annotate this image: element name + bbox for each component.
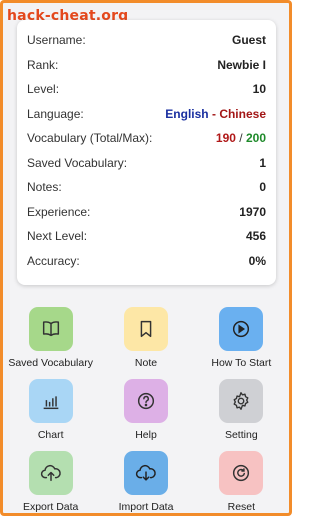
menu-grid: Saved Vocabulary Note How To Start Chart… <box>3 307 289 513</box>
vocab-current: 190 <box>215 131 236 146</box>
stat-row-next-level: Next Level: 456 <box>27 224 266 249</box>
stat-label: Vocabulary (Total/Max): <box>27 131 153 146</box>
stat-label: Language: <box>27 106 84 121</box>
menu-label: Chart <box>37 429 64 441</box>
chart-button[interactable]: Chart <box>3 379 98 447</box>
stat-value-notes: 0 <box>259 180 266 195</box>
menu-label: Setting <box>224 429 258 441</box>
stat-row-level: Level: 10 <box>27 77 266 102</box>
vocab-separator: / <box>235 131 246 146</box>
saved-vocabulary-tile[interactable] <box>28 307 73 351</box>
export-data-tile[interactable] <box>28 451 73 495</box>
menu-label: Export Data <box>22 501 79 513</box>
stat-value-next-level: 456 <box>245 229 266 244</box>
stat-label: Level: <box>27 82 60 97</box>
setting-button[interactable]: Setting <box>194 379 289 447</box>
language-target: Chinese <box>219 106 266 121</box>
note-tile[interactable] <box>123 307 168 351</box>
stat-value-username: Guest <box>231 33 266 48</box>
menu-label: How To Start <box>211 357 272 369</box>
stat-row-language: Language: English - Chinese <box>27 102 266 127</box>
stat-value-vocabulary: 190 / 200 <box>216 131 266 145</box>
stat-value-language: English - Chinese <box>165 107 266 121</box>
stat-label: Notes: <box>27 180 62 195</box>
note-button[interactable]: Note <box>98 307 193 375</box>
help-tile[interactable] <box>123 379 168 423</box>
how-to-start-button[interactable]: How To Start <box>194 307 289 375</box>
import-data-tile[interactable] <box>123 451 168 495</box>
stat-row-notes: Notes: 0 <box>27 175 266 200</box>
reset-icon <box>230 462 252 484</box>
language-separator: - <box>208 106 220 121</box>
stat-value-level: 10 <box>252 82 266 97</box>
stat-row-saved: Saved Vocabulary: 1 <box>27 151 266 176</box>
stat-value-accuracy: 0% <box>248 253 266 268</box>
app-screen: hack-cheat.org Username: Guest Rank: New… <box>3 3 289 513</box>
stats-card: Username: Guest Rank: Newbie I Level: 10… <box>17 20 276 285</box>
stat-row-rank: Rank: Newbie I <box>27 53 266 78</box>
stat-value-experience: 1970 <box>239 204 266 219</box>
cloud-upload-icon <box>40 462 62 484</box>
help-button[interactable]: Help <box>98 379 193 447</box>
import-data-button[interactable]: Import Data <box>98 451 193 513</box>
vocab-max: 200 <box>245 131 266 146</box>
gear-icon <box>230 390 252 412</box>
stat-row-accuracy: Accuracy: 0% <box>27 249 266 274</box>
export-data-button[interactable]: Export Data <box>3 451 98 513</box>
menu-label: Help <box>135 429 157 441</box>
how-to-start-tile[interactable] <box>219 307 264 351</box>
menu-label: Saved Vocabulary <box>8 357 93 369</box>
language-source: English <box>165 106 209 121</box>
setting-tile[interactable] <box>219 379 264 423</box>
menu-label: Import Data <box>118 501 174 513</box>
stat-label: Accuracy: <box>27 253 80 268</box>
stat-row-vocabulary: Vocabulary (Total/Max): 190 / 200 <box>27 126 266 151</box>
bookmark-icon <box>135 318 157 340</box>
play-icon <box>230 318 252 340</box>
stat-value-saved: 1 <box>259 155 266 170</box>
stat-row-username: Username: Guest <box>27 28 266 53</box>
stat-label: Rank: <box>27 57 59 72</box>
book-icon <box>40 318 62 340</box>
stat-label: Username: <box>27 33 86 48</box>
bar-chart-icon <box>40 390 62 412</box>
stat-label: Next Level: <box>27 229 88 244</box>
menu-label: Note <box>134 357 158 369</box>
stat-label: Experience: <box>27 204 91 219</box>
stat-row-experience: Experience: 1970 <box>27 200 266 225</box>
reset-button[interactable]: Reset <box>194 451 289 513</box>
menu-label: Reset <box>227 501 256 513</box>
stat-value-rank: Newbie I <box>217 57 266 72</box>
stat-label: Saved Vocabulary: <box>27 155 128 170</box>
chart-tile[interactable] <box>28 379 73 423</box>
help-icon <box>135 390 157 412</box>
saved-vocabulary-button[interactable]: Saved Vocabulary <box>3 307 98 375</box>
reset-tile[interactable] <box>219 451 264 495</box>
cloud-download-icon <box>135 462 157 484</box>
